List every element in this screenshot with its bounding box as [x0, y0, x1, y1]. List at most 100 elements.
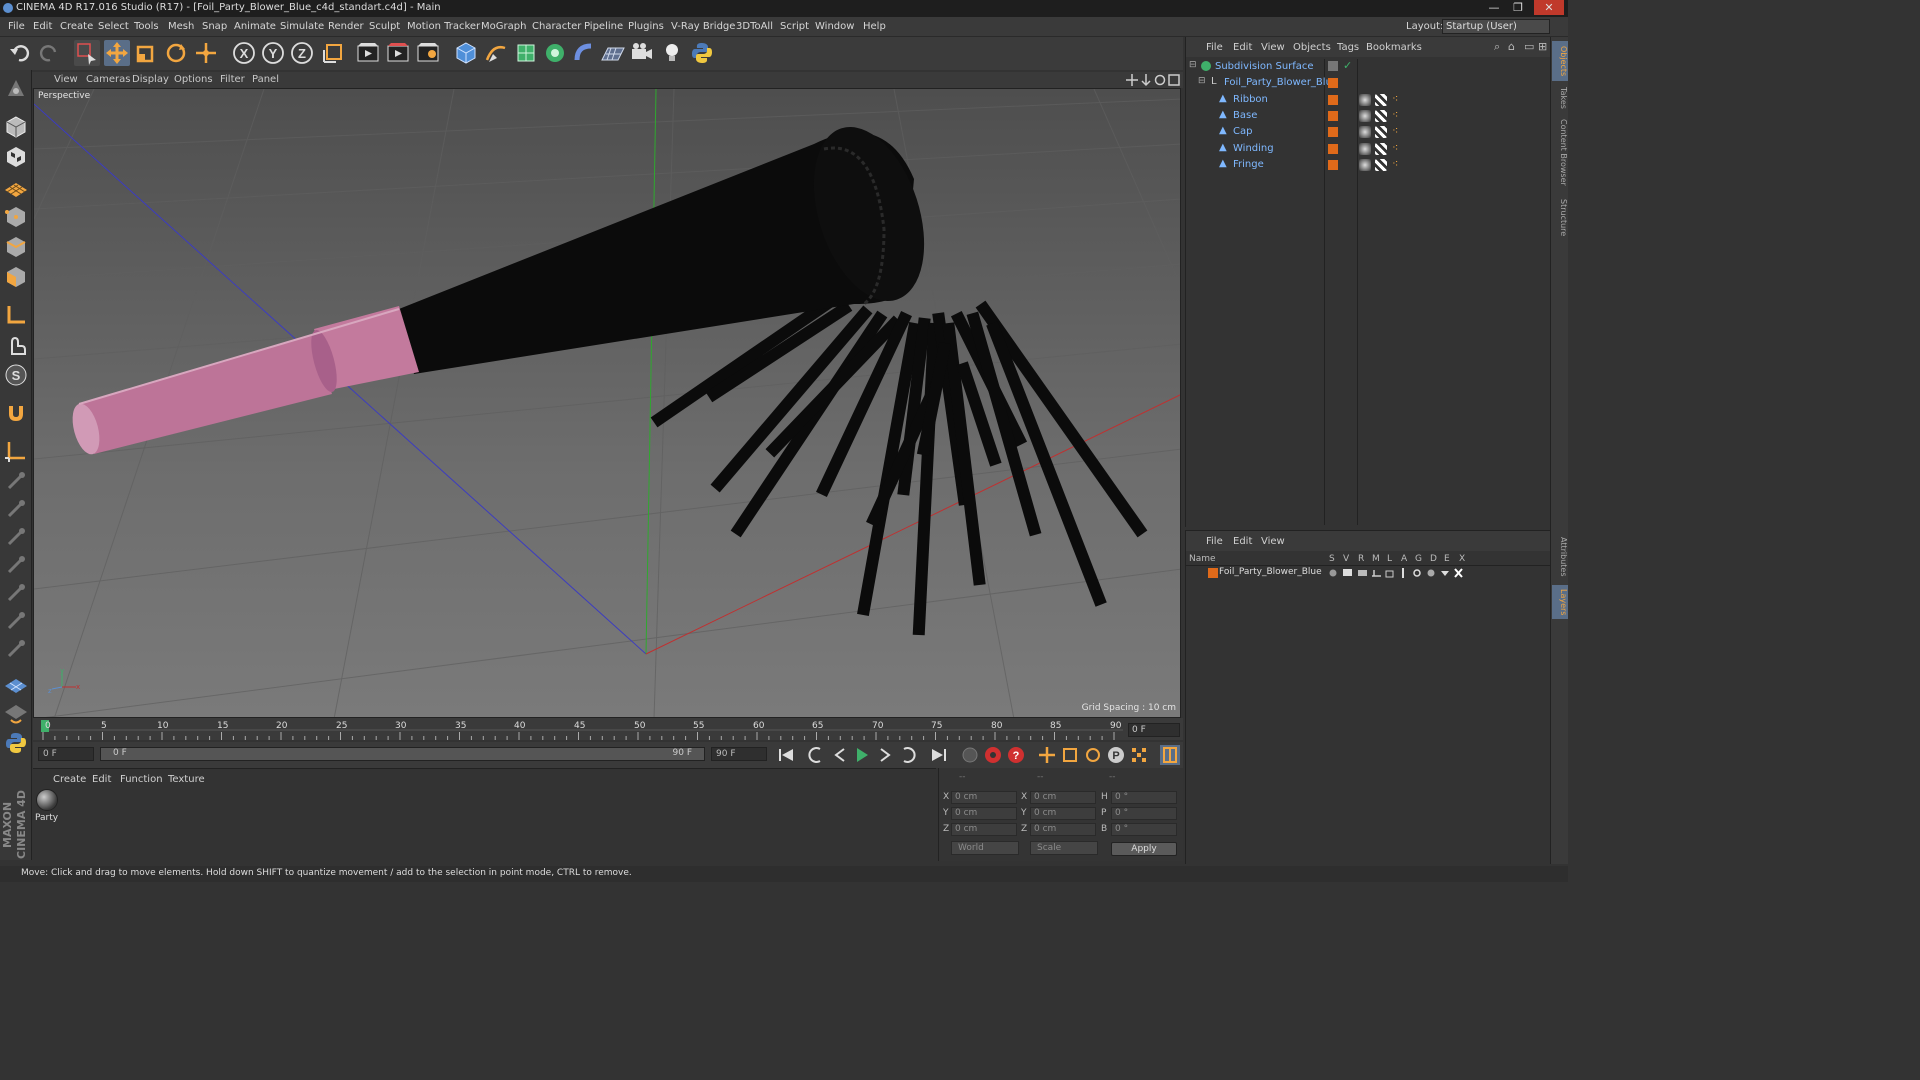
deformer-icon[interactable] [571, 40, 597, 66]
menu-mesh[interactable]: Mesh [168, 21, 194, 32]
material-menu-edit[interactable]: Edit [92, 774, 111, 785]
menu-help[interactable]: Help [863, 21, 886, 32]
material-tag-icon[interactable] [1359, 94, 1371, 106]
timeline-ruler[interactable]: 0 5 10 15 20 25 30 35 40 45 50 55 60 65 … [33, 718, 1183, 740]
viewport-menu-view[interactable]: View [54, 74, 78, 85]
scale-tool-icon[interactable] [133, 40, 159, 66]
menu-render[interactable]: Render [328, 21, 364, 32]
object-row-subdivision-surface[interactable]: ⊟ Subdivision Surface ✓ [1186, 59, 1548, 75]
checker-rotate-icon[interactable] [3, 700, 29, 726]
record-keys-disabled-icon[interactable] [960, 745, 980, 765]
uvw-tag-icon[interactable] [1375, 110, 1387, 122]
layout-select[interactable]: Startup (User) [1442, 19, 1550, 34]
layer-color-icon[interactable] [1328, 160, 1338, 170]
brush-tool-1-icon[interactable] [3, 468, 29, 494]
layer-tag-icon[interactable] [1328, 61, 1338, 71]
key-position-icon[interactable] [1037, 745, 1057, 765]
viewport-menu-options[interactable]: Options [174, 74, 213, 85]
light-icon[interactable] [659, 40, 685, 66]
objects-menu-bookmarks[interactable]: Bookmarks [1366, 42, 1422, 53]
menu-window[interactable]: Window [815, 21, 854, 32]
viewport-menu-filter[interactable]: Filter [220, 74, 245, 85]
key-pla-icon[interactable] [1129, 745, 1149, 765]
expand-panel-icon[interactable]: ⊞ [1538, 40, 1547, 53]
previous-key-icon[interactable] [806, 745, 826, 765]
coordinate-system-icon[interactable] [320, 40, 346, 66]
transform-tool-icon[interactable] [193, 40, 219, 66]
object-row-cap[interactable]: ▲ Cap ⁖ [1186, 124, 1548, 140]
layer-color-icon[interactable] [1328, 111, 1338, 121]
cloner-icon[interactable] [542, 40, 568, 66]
position-x-field[interactable]: 0 cm [951, 791, 1017, 804]
menu-pipeline[interactable]: Pipeline [584, 21, 623, 32]
brush-tool-4-icon[interactable] [3, 552, 29, 578]
layers-menu-edit[interactable]: Edit [1233, 536, 1252, 547]
scale-mode-select[interactable]: Scale [1030, 841, 1098, 855]
brush-tool-5-icon[interactable] [3, 580, 29, 606]
autokey-record-icon[interactable] [983, 745, 1003, 765]
tab-layers[interactable]: Layers [1552, 585, 1568, 619]
next-frame-icon[interactable] [875, 745, 895, 765]
selection-tag-icon[interactable]: ⁖ [1392, 124, 1398, 137]
snap-icon[interactable]: S [3, 362, 29, 388]
home-icon[interactable]: ⌂ [1508, 40, 1515, 53]
redo-icon[interactable] [36, 40, 62, 66]
workplane-icon[interactable] [3, 174, 29, 200]
key-parameter-icon[interactable]: P [1106, 745, 1126, 765]
object-row-foil-party-blower[interactable]: ⊟ L Foil_Party_Blower_Blue [1186, 75, 1548, 91]
y-axis-lock-icon[interactable]: Y [260, 40, 286, 66]
key-rotation-icon[interactable] [1083, 745, 1103, 765]
brush-tool-7-icon[interactable] [3, 636, 29, 662]
menu-sculpt[interactable]: Sculpt [369, 21, 400, 32]
selection-tag-icon[interactable]: ⁖ [1392, 108, 1398, 121]
maximize-button[interactable]: ❐ [1506, 0, 1530, 15]
menu-snap[interactable]: Snap [202, 21, 227, 32]
size-y-field[interactable]: 0 cm [1030, 807, 1096, 820]
uvw-tag-icon[interactable] [1375, 126, 1387, 138]
pen-spline-icon[interactable] [483, 40, 509, 66]
objects-menu-edit[interactable]: Edit [1233, 42, 1252, 53]
layers-menu-file[interactable]: File [1206, 536, 1223, 547]
edges-mode-icon[interactable] [3, 234, 29, 260]
timeline-window-icon[interactable] [1160, 745, 1180, 765]
menu-animate[interactable]: Animate [234, 21, 276, 32]
object-row-winding[interactable]: ▲ Winding ⁖ [1186, 141, 1548, 157]
selection-tag-icon[interactable]: ⁖ [1392, 92, 1398, 105]
layer-color-icon[interactable] [1328, 78, 1338, 88]
objects-menu-view[interactable]: View [1261, 42, 1285, 53]
new-view-icon[interactable]: ▭ [1524, 40, 1534, 53]
menu-character[interactable]: Character [532, 21, 581, 32]
menu-file[interactable]: File [8, 21, 25, 32]
undo-icon[interactable] [7, 40, 33, 66]
object-row-ribbon[interactable]: ▲ Ribbon ⁖ [1186, 92, 1548, 108]
position-y-field[interactable]: 0 cm [951, 807, 1017, 820]
end-frame-field[interactable]: 90 F [711, 747, 767, 761]
minimize-button[interactable]: — [1482, 0, 1506, 15]
magnet-icon[interactable] [3, 400, 29, 426]
go-to-end-icon[interactable] [929, 745, 949, 765]
model-mode-icon[interactable] [3, 114, 29, 140]
axis-mode-icon[interactable] [3, 302, 29, 328]
objects-menu-objects[interactable]: Objects [1293, 42, 1331, 53]
rotation-h-field[interactable]: 0 ° [1111, 791, 1177, 804]
size-z-field[interactable]: 0 cm [1030, 823, 1096, 836]
texture-mode-icon[interactable] [3, 144, 29, 170]
material-tag-icon[interactable] [1359, 159, 1371, 171]
size-x-field[interactable]: 0 cm [1030, 791, 1096, 804]
menu-simulate[interactable]: Simulate [280, 21, 324, 32]
tab-attributes[interactable]: Attributes [1552, 534, 1568, 580]
material-tag-icon[interactable] [1359, 110, 1371, 122]
tab-objects[interactable]: Objects [1552, 41, 1568, 81]
collapse-toggle-icon[interactable]: ⊟ [1198, 76, 1206, 86]
apply-button[interactable]: Apply [1111, 842, 1177, 856]
python-script-icon[interactable] [3, 730, 29, 756]
subdivision-surface-icon[interactable] [513, 40, 539, 66]
coordinate-space-select[interactable]: World [951, 841, 1019, 855]
layer-color-icon[interactable] [1328, 144, 1338, 154]
material-item-party[interactable]: Party [35, 789, 59, 825]
polygons-mode-icon[interactable] [3, 264, 29, 290]
menu-3dtoall[interactable]: 3DToAll [736, 21, 773, 32]
brush-tool-3-icon[interactable] [3, 524, 29, 550]
tab-content-browser[interactable]: Content Browser [1552, 117, 1568, 187]
locked-workplane-icon[interactable] [3, 438, 29, 464]
